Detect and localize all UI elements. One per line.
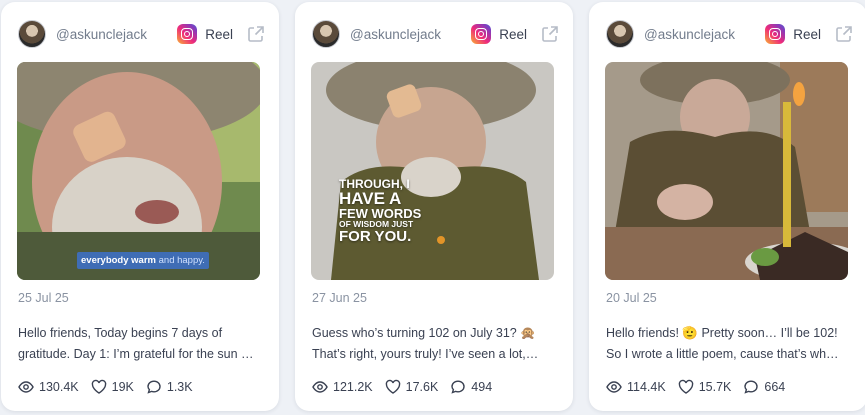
post-date: 27 Jun 25 (312, 291, 367, 305)
post-date: 25 Jul 25 (18, 291, 69, 305)
views-count: 130.4K (39, 380, 79, 394)
likes-stat: 15.7K (678, 379, 732, 395)
engagement-stats: 121.2K 17.6K 494 (312, 378, 504, 396)
views-count: 121.2K (333, 380, 373, 394)
account-handle: @askunclejack (644, 26, 735, 42)
comment-icon (451, 380, 465, 394)
comments-stat: 664 (743, 379, 785, 395)
post-description: Hello friends! 🫡 Pretty soon… I’ll be 10… (606, 326, 839, 361)
card-header: @askunclejack Reel (312, 18, 559, 50)
reel-thumbnail[interactable]: THROUGH, I HAVE A FEW WORDS OF WISDOM JU… (311, 62, 554, 280)
instagram-icon (177, 24, 198, 44)
post-type-label: Reel (793, 26, 821, 42)
likes-count: 17.6K (405, 380, 439, 394)
instagram-icon (471, 24, 492, 44)
post-type-label: Reel (205, 26, 233, 42)
engagement-stats: 130.4K 19K 1.3K (18, 378, 205, 396)
views-stat: 114.4K (606, 379, 666, 395)
reel-card[interactable]: @askunclejack Reel THROUGH, I HAVE A FEW… (295, 2, 573, 411)
heart-icon (91, 379, 106, 394)
views-stat: 121.2K (312, 379, 373, 395)
video-caption: everybody warm and happy. (77, 252, 209, 269)
comments-count: 664 (764, 380, 786, 394)
views-stat: 130.4K (18, 379, 79, 395)
comment-icon (744, 380, 759, 394)
account-handle: @askunclejack (56, 26, 147, 42)
reel-card[interactable]: @askunclejack Reel 20 Jul 25 Hello frien… (589, 2, 865, 411)
post-description: Hello friends, Today begins 7 days of gr… (18, 326, 254, 361)
video-text-overlay: THROUGH, I HAVE A FEW WORDS OF WISDOM JU… (339, 177, 422, 245)
eye-icon (18, 381, 34, 393)
instagram-icon (765, 24, 786, 44)
engagement-stats: 114.4K 15.7K 664 (606, 378, 797, 396)
likes-stat: 19K (91, 379, 134, 395)
card-header: @askunclejack Reel (606, 18, 853, 50)
thumbnail-image (311, 62, 554, 280)
comments-stat: 1.3K (146, 379, 193, 395)
likes-count: 19K (111, 380, 134, 394)
likes-count: 15.7K (698, 380, 732, 394)
eye-icon (606, 381, 622, 393)
post-description: Guess who’s turning 102 on July 31? 🙊 Th… (312, 326, 539, 361)
reel-card[interactable]: @askunclejack Reel everybody warm and ha… (1, 2, 279, 411)
external-link-icon[interactable] (247, 25, 265, 43)
likes-stat: 17.6K (385, 379, 439, 395)
account-handle: @askunclejack (350, 26, 441, 42)
external-link-icon[interactable] (835, 25, 853, 43)
eye-icon (312, 381, 328, 393)
thumbnail-image (605, 62, 848, 280)
post-type-label: Reel (499, 26, 527, 42)
post-date: 20 Jul 25 (606, 291, 657, 305)
comments-count: 494 (471, 380, 493, 394)
external-link-icon[interactable] (541, 25, 559, 43)
avatar (606, 20, 634, 48)
views-count: 114.4K (627, 380, 666, 394)
comment-icon (147, 380, 161, 394)
reel-thumbnail[interactable]: everybody warm and happy. (17, 62, 260, 280)
reel-thumbnail[interactable] (605, 62, 848, 280)
heart-icon (678, 379, 693, 394)
heart-icon (385, 379, 400, 394)
avatar (312, 20, 340, 48)
card-header: @askunclejack Reel (18, 18, 265, 50)
avatar (18, 20, 46, 48)
thumbnail-image (17, 62, 260, 280)
comments-stat: 494 (450, 379, 492, 395)
comments-count: 1.3K (166, 380, 193, 394)
